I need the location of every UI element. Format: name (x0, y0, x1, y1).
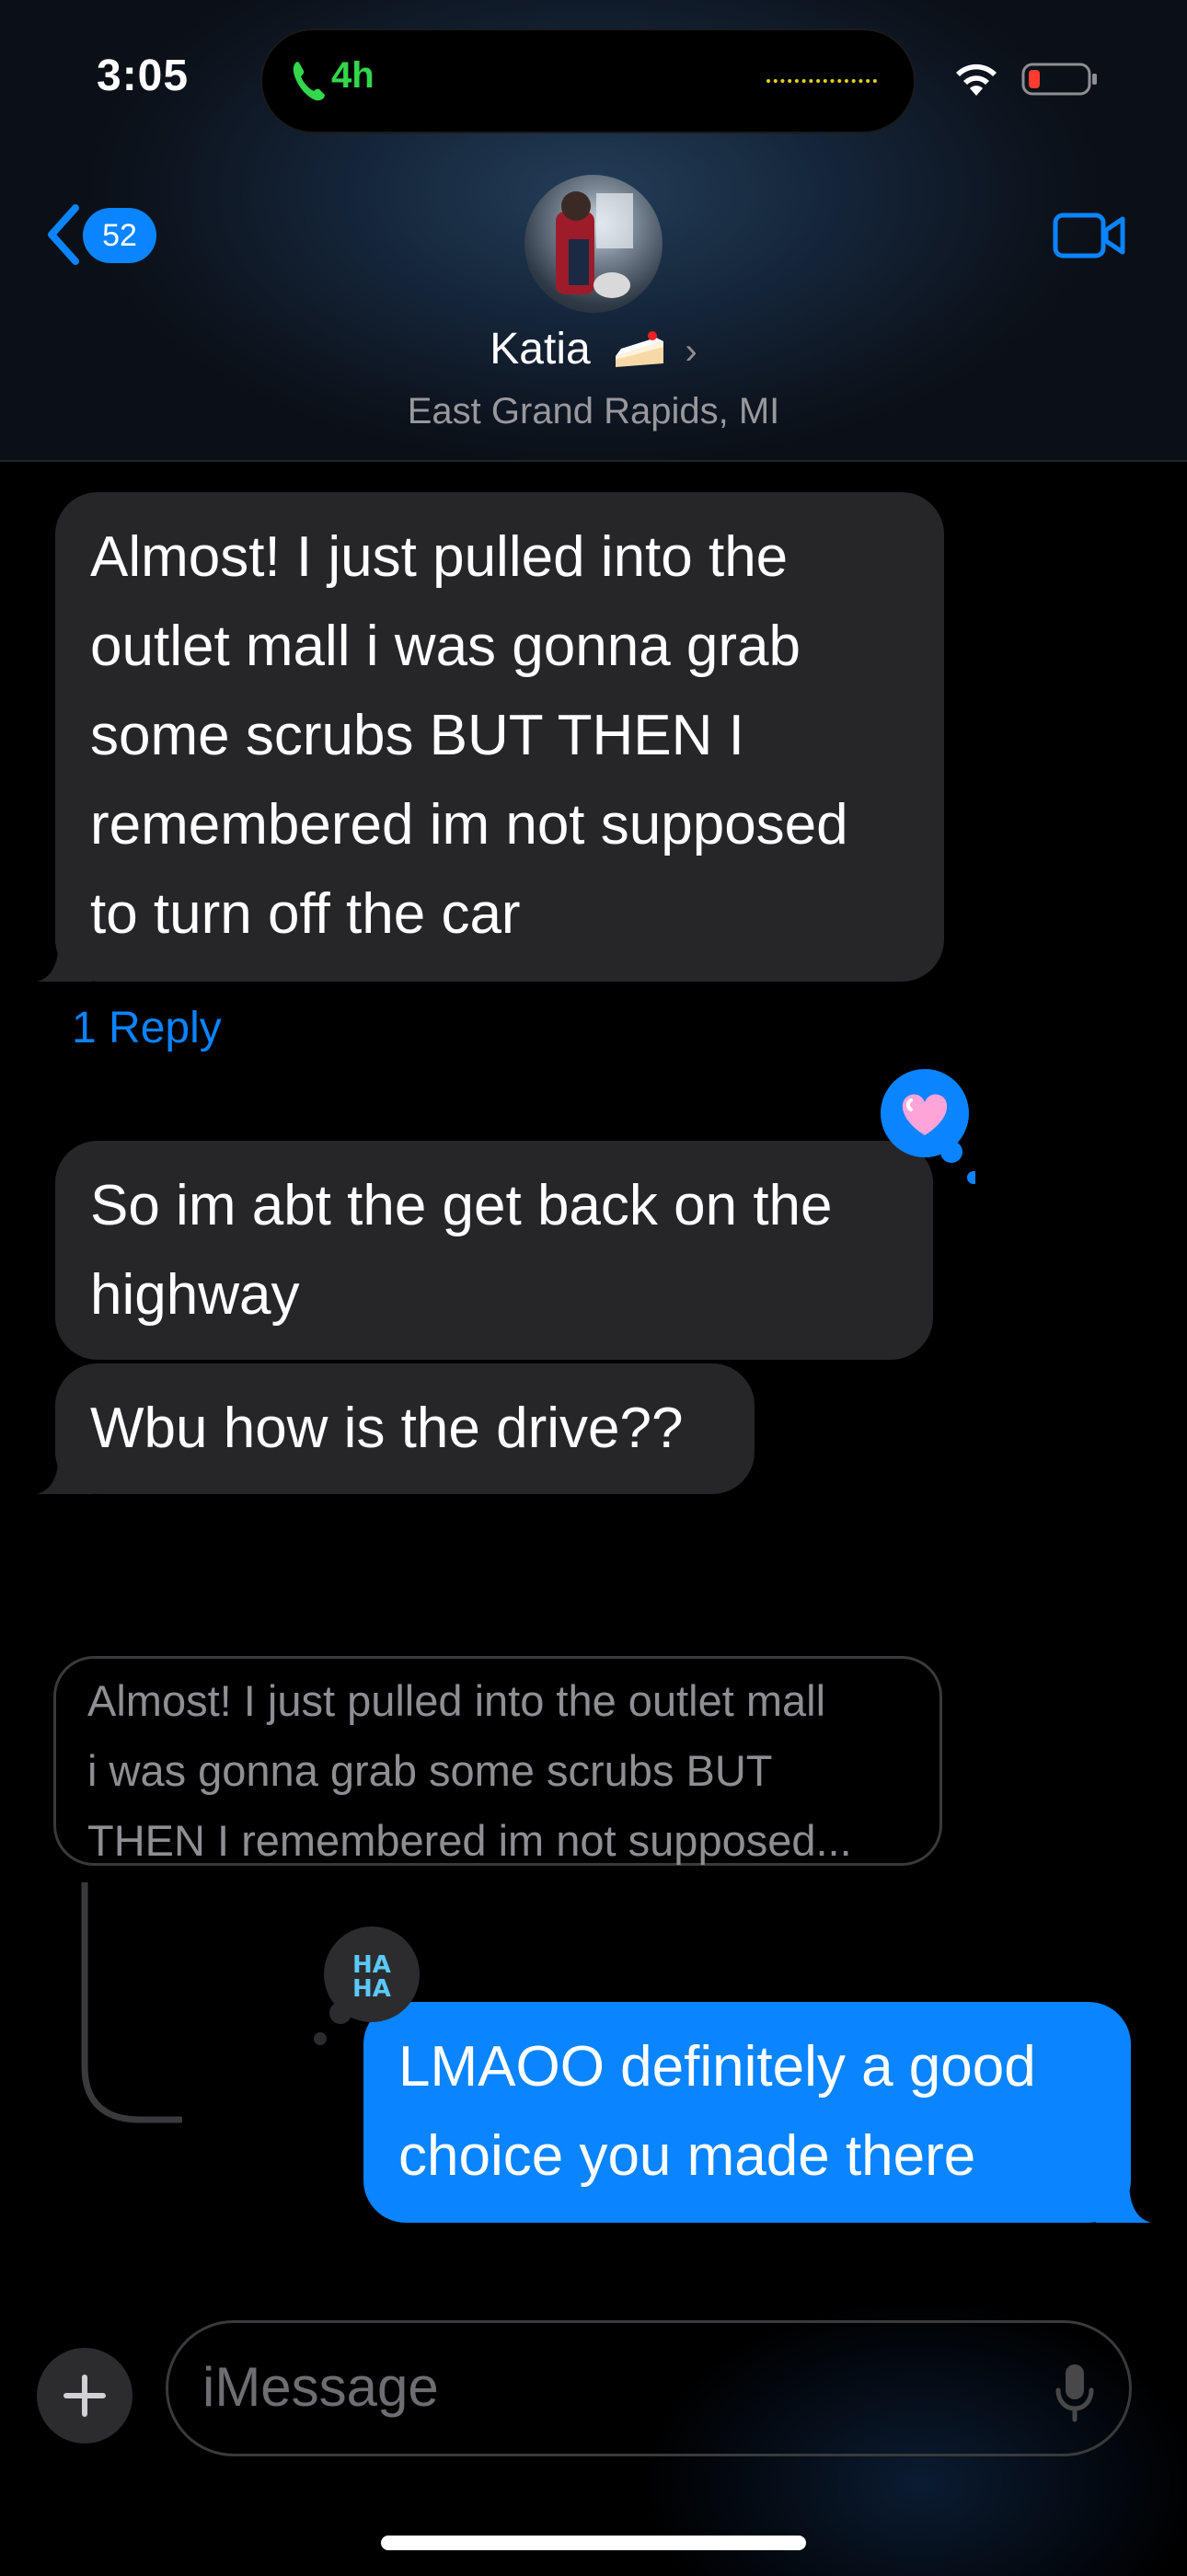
quoted-line: Almost! I just pulled into the outlet ma… (87, 1676, 826, 1725)
incoming-message-bubble[interactable]: So im abt the get back on the highway (55, 1141, 933, 1360)
contact-avatar[interactable] (524, 175, 663, 313)
call-duration: 4h (331, 55, 375, 96)
cake-icon (616, 331, 664, 367)
quoted-line: i was gonna grab some scrubs BUT (87, 1746, 773, 1795)
quoted-reply-preview[interactable]: Almost! I just pulled into the outlet ma… (53, 1656, 942, 1866)
incoming-message-bubble[interactable]: Wbu how is the drive?? (37, 1363, 755, 1494)
phone-icon (293, 62, 325, 101)
facetime-video-icon[interactable] (1053, 210, 1126, 261)
contact-name-row[interactable]: Katia › (0, 324, 1187, 374)
message-line: outlet mall i was gonna grab (90, 615, 801, 678)
svg-text:HA: HA (352, 1975, 391, 2003)
incoming-message-bubble[interactable]: Almost! I just pulled into the outlet ma… (37, 492, 944, 982)
message-line: highway (90, 1263, 300, 1327)
unread-count-badge[interactable]: 52 (83, 208, 156, 263)
apps-plus-button[interactable] (37, 2348, 133, 2444)
message-line: Almost! I just pulled into the (90, 525, 789, 589)
message-line: LMAOO definitely a good (398, 2035, 1036, 2099)
message-line: remembered im not supposed (90, 793, 848, 857)
thread-replies-link[interactable]: 1 Reply (72, 1003, 222, 1053)
home-indicator[interactable] (381, 2536, 806, 2550)
message-line: choice you made there (398, 2124, 976, 2188)
plus-icon (63, 2375, 106, 2417)
message-line: Wbu how is the drive?? (90, 1397, 684, 1460)
back-chevron-icon[interactable] (44, 202, 81, 267)
message-line: So im abt the get back on the (90, 1174, 833, 1237)
haha-icon[interactable]: HA HA (313, 1923, 423, 2052)
battery-low-icon (1021, 63, 1097, 96)
heart-icon[interactable] (874, 1067, 975, 1187)
mic-icon[interactable] (1051, 2361, 1099, 2425)
thread-connector-line (81, 1882, 182, 2123)
outgoing-message-bubble[interactable]: LMAOO definitely a good choice you made … (363, 2002, 1151, 2223)
bubble-tail (37, 1452, 92, 1494)
quoted-line: THEN I remembered im not supposed... (87, 1816, 852, 1865)
contact-location: East Grand Rapids, MI (407, 391, 780, 431)
message-input-placeholder: iMessage (202, 2356, 439, 2418)
bubble-tail (37, 939, 92, 982)
message-line: some scrubs BUT THEN I (90, 704, 744, 767)
audio-waveform (766, 79, 877, 83)
chevron-right-icon: › (685, 331, 697, 372)
wifi-icon (956, 63, 997, 96)
contact-name: Katia (490, 325, 591, 374)
message-line: to turn off the car (90, 882, 521, 946)
status-time: 3:05 (97, 52, 190, 100)
